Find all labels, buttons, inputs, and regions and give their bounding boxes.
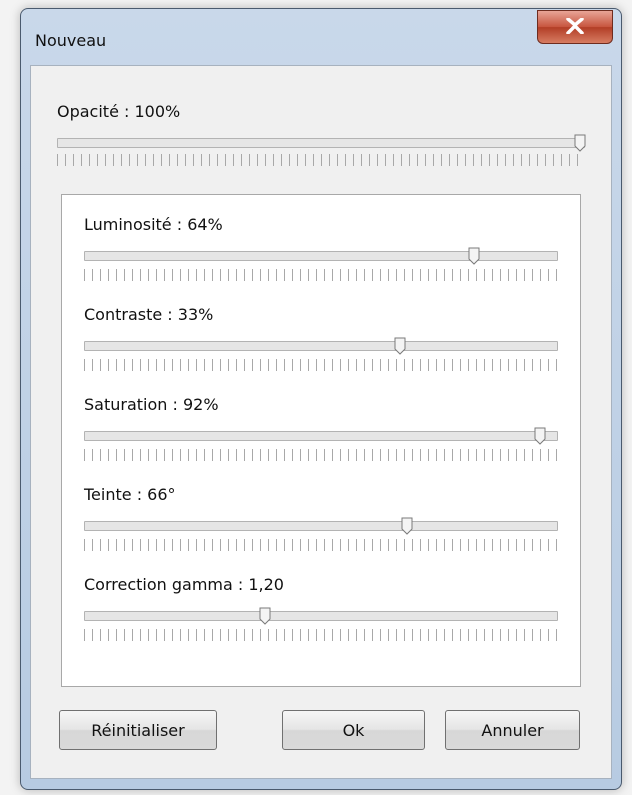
adjustments-panel: Luminosité : 64% Contraste : 33% Saturatio… [61, 194, 581, 687]
adjustment-slider[interactable] [84, 427, 558, 445]
adjustment-slider[interactable] [84, 247, 558, 265]
adjustment-label: Saturation : 92% [84, 395, 219, 414]
adjustment-ticks [84, 269, 558, 281]
adjustment-slider[interactable] [84, 607, 558, 625]
window-title: Nouveau [35, 31, 107, 50]
close-x-icon [566, 18, 584, 34]
ok-button[interactable]: Ok [282, 710, 425, 750]
close-button[interactable] [537, 10, 613, 44]
reset-button[interactable]: Réinitialiser [59, 710, 217, 750]
adjustment-slider[interactable] [84, 517, 558, 535]
adjustment-ticks [84, 359, 558, 371]
slider-thumb-icon[interactable] [259, 607, 271, 625]
opacity-label: Opacité : 100% [57, 102, 181, 121]
adjustment-label: Contraste : 33% [84, 305, 214, 324]
adjustment-label: Correction gamma : 1,20 [84, 575, 284, 594]
slider-thumb-icon[interactable] [468, 247, 480, 265]
opacity-slider[interactable] [57, 134, 586, 152]
slider-thumb-icon[interactable] [534, 427, 546, 445]
adjustment-ticks [84, 449, 558, 461]
adjustment-label: Teinte : 66° [84, 485, 176, 504]
cancel-button[interactable]: Annuler [445, 710, 580, 750]
slider-thumb-icon[interactable] [574, 134, 586, 152]
adjustment-slider[interactable] [84, 337, 558, 355]
opacity-ticks [57, 154, 585, 166]
slider-thumb-icon[interactable] [394, 337, 406, 355]
adjustment-ticks [84, 629, 558, 641]
slider-thumb-icon[interactable] [401, 517, 413, 535]
dialog-window: Nouveau Opacité : 100% Luminosité : 64% C… [20, 8, 622, 790]
adjustment-ticks [84, 539, 558, 551]
adjustment-label: Luminosité : 64% [84, 215, 223, 234]
dialog-body: Opacité : 100% Luminosité : 64% Contraste… [30, 65, 612, 779]
title-bar[interactable]: Nouveau [21, 9, 621, 67]
